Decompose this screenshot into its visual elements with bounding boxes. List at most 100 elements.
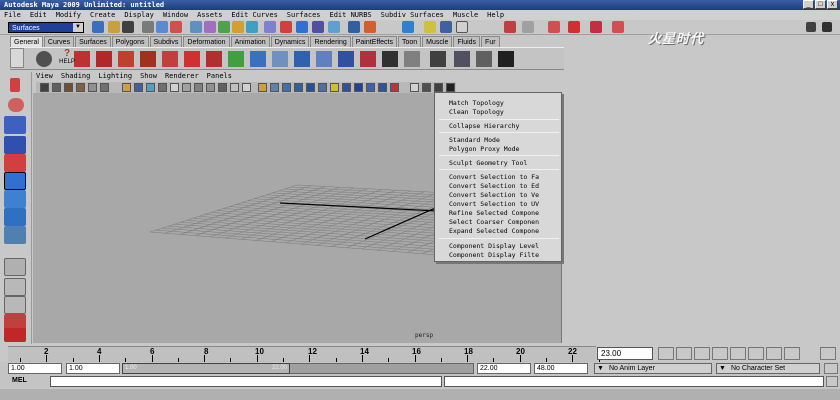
menu-item-convert-to-vertices[interactable]: Convert Selection to Ve <box>449 191 539 199</box>
shelf-tool-green-icon[interactable] <box>228 51 244 67</box>
panel-menu-panels[interactable]: Panels <box>207 72 232 81</box>
menu-edit-nurbs[interactable]: Edit NURBS <box>330 10 372 20</box>
mask-curves-icon[interactable] <box>218 21 230 33</box>
layout-single-pane-icon[interactable] <box>4 258 26 276</box>
menu-help[interactable]: Help <box>487 10 504 20</box>
shelf-tool-gray-icon[interactable] <box>404 51 420 67</box>
menu-edit-curves[interactable]: Edit Curves <box>231 10 277 20</box>
construction-history-icon[interactable] <box>402 21 414 33</box>
maximize-button[interactable]: □ <box>815 0 826 9</box>
menu-subdiv-surfaces[interactable]: Subdiv Surfaces <box>381 10 444 20</box>
default-light-icon[interactable] <box>330 83 339 92</box>
step-back-key-button[interactable] <box>694 347 710 360</box>
auto-key-button[interactable] <box>824 363 838 374</box>
show-tool-settings-icon[interactable] <box>568 21 580 33</box>
view-2d-pan-icon[interactable] <box>76 83 85 92</box>
tab-polygons[interactable]: Polygons <box>111 36 149 47</box>
tab-rendering[interactable]: Rendering <box>310 36 351 47</box>
menu-item-convert-to-uvs[interactable]: Convert Selection to UV <box>449 200 539 208</box>
select-tool-icon[interactable] <box>10 78 20 92</box>
shelf-tool-red-6-icon[interactable] <box>184 51 200 67</box>
snap-point-icon[interactable] <box>296 21 308 33</box>
menu-modify[interactable]: Modify <box>56 10 81 20</box>
frame-all-icon[interactable] <box>410 83 419 92</box>
step-forward-frame-button[interactable] <box>766 347 782 360</box>
camera-attributes-icon[interactable] <box>40 83 49 92</box>
menu-item-standard-mode[interactable]: Standard Mode <box>449 136 500 144</box>
move-tool-icon[interactable] <box>4 136 26 154</box>
render-current-icon[interactable] <box>424 21 436 33</box>
scale-tool-icon[interactable] <box>4 172 26 190</box>
shelf-tool-red-icon[interactable] <box>74 51 90 67</box>
close-button[interactable]: x <box>827 0 838 9</box>
menu-create[interactable]: Create <box>90 10 115 20</box>
snap-view-plane-icon[interactable] <box>312 21 324 33</box>
step-forward-key-button[interactable] <box>748 347 764 360</box>
wireframe-icon[interactable] <box>194 83 203 92</box>
mask-joints-icon[interactable] <box>204 21 216 33</box>
layout-four-pane-icon[interactable] <box>4 278 26 296</box>
tab-curves[interactable]: Curves <box>43 36 75 47</box>
help-shelf-button[interactable]: ? HELP <box>58 48 76 68</box>
menu-set-selector[interactable]: Surfaces ▼ <box>8 22 84 33</box>
show-channel-box-icon[interactable] <box>590 21 602 33</box>
menu-item-component-display-filter[interactable]: Component Display Filte <box>449 251 539 259</box>
playback-start-field[interactable]: 1.00 <box>66 363 120 374</box>
menu-item-component-display-level[interactable]: Component Display Level <box>449 242 539 250</box>
animation-preferences-button[interactable] <box>820 347 836 360</box>
soft-modification-icon[interactable] <box>4 208 26 226</box>
menu-item-convert-to-faces[interactable]: Convert Selection to Fa <box>449 173 539 181</box>
show-attribute-editor-icon[interactable] <box>548 21 560 33</box>
end-time-field[interactable]: 48.00 <box>534 363 588 374</box>
gate-mask-icon[interactable] <box>146 83 155 92</box>
backface-cull-icon[interactable] <box>318 83 327 92</box>
toggle-sidebar-icon[interactable] <box>806 22 816 32</box>
toggle-layout-icon[interactable] <box>822 22 832 32</box>
select-object-icon[interactable] <box>156 21 168 33</box>
shelf-tool-red-7-icon[interactable] <box>206 51 222 67</box>
safe-action-icon[interactable] <box>170 83 179 92</box>
shelf-tool-dark-icon[interactable] <box>382 51 398 67</box>
current-frame-field[interactable]: 23.00 <box>597 347 653 360</box>
shelf-tool-red-8-icon[interactable] <box>360 51 376 67</box>
xray-icon[interactable] <box>230 83 239 92</box>
panel-menu-show[interactable]: Show <box>140 72 157 81</box>
menu-item-polygon-proxy-mode[interactable]: Polygon Proxy Mode <box>449 145 519 153</box>
shelf-tool-dark-4-icon[interactable] <box>476 51 492 67</box>
script-editor-button[interactable] <box>826 376 838 387</box>
bounding-box-icon[interactable] <box>366 83 375 92</box>
tab-animation[interactable]: Animation <box>230 36 270 47</box>
panel-menu-lighting[interactable]: Lighting <box>98 72 132 81</box>
tumble-icon[interactable] <box>446 83 455 92</box>
grid-toggle-icon[interactable] <box>100 83 109 92</box>
textured-icon[interactable] <box>242 83 251 92</box>
film-gate-icon[interactable] <box>122 83 131 92</box>
snap-grid-icon[interactable] <box>264 21 276 33</box>
menu-assets[interactable]: Assets <box>197 10 222 20</box>
shelf-tool-dark-3-icon[interactable] <box>454 51 470 67</box>
start-time-field[interactable]: 1.00 <box>8 363 62 374</box>
quick-selection-icon[interactable] <box>504 21 516 33</box>
mask-deformations-icon[interactable] <box>246 21 258 33</box>
tab-painteffects[interactable]: PaintEffects <box>351 36 397 47</box>
panel-menu-renderer[interactable]: Renderer <box>165 72 199 81</box>
menu-muscle[interactable]: Muscle <box>453 10 478 20</box>
go-to-end-button[interactable] <box>784 347 800 360</box>
xray-joints-icon[interactable] <box>306 83 315 92</box>
hq-render-icon[interactable] <box>282 83 291 92</box>
two-sided-light-icon[interactable] <box>342 83 351 92</box>
shelf-scroll-handle[interactable] <box>10 48 24 68</box>
anim-layer-selector[interactable]: ▼ No Anim Layer <box>594 363 712 374</box>
wireframe-on-shaded-icon[interactable] <box>218 83 227 92</box>
save-scene-icon[interactable] <box>122 21 134 33</box>
menu-surfaces[interactable]: Surfaces <box>287 10 321 20</box>
show-manipulator-icon[interactable] <box>4 226 26 244</box>
mel-label[interactable]: MEL <box>12 377 27 384</box>
play-backwards-button[interactable] <box>712 347 728 360</box>
shelf-tool-blue-5-icon[interactable] <box>338 51 354 67</box>
open-scene-icon[interactable] <box>108 21 120 33</box>
shadows-icon[interactable] <box>270 83 279 92</box>
tab-muscle[interactable]: Muscle <box>422 36 453 47</box>
menu-item-clean-topology[interactable]: Clean Topology <box>449 108 504 116</box>
shelf-tool-blue-4-icon[interactable] <box>316 51 332 67</box>
